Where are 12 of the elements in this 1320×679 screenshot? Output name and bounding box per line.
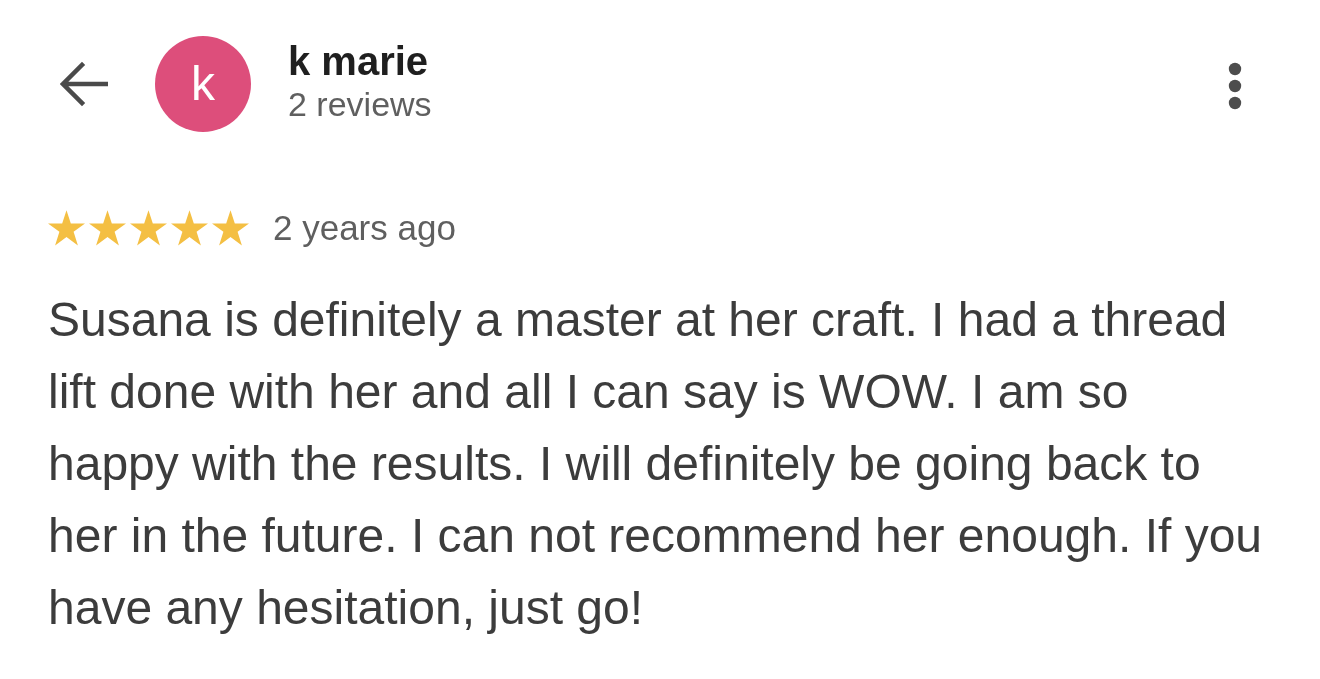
star-icon [89,210,126,246]
star-icon [171,210,208,246]
star-icon [48,210,85,246]
user-name: k marie [288,39,430,83]
star-icon [130,210,167,246]
user-avatar: k [155,36,251,132]
review-time: 2 years ago [273,208,456,248]
star-icon [212,210,249,246]
review-count: 2 reviews [288,84,433,125]
review-text: Susana is definitely a master at her craft. I had a thread lift done with her and all I can say is WOW. I am so happy with the results. I will definitely be going back to her in the future. I can not recommend her enough. If you have any hesitation, just go! [48,292,1264,636]
more-options-icon[interactable] [1228,62,1242,110]
back-arrow-icon[interactable] [60,61,108,107]
